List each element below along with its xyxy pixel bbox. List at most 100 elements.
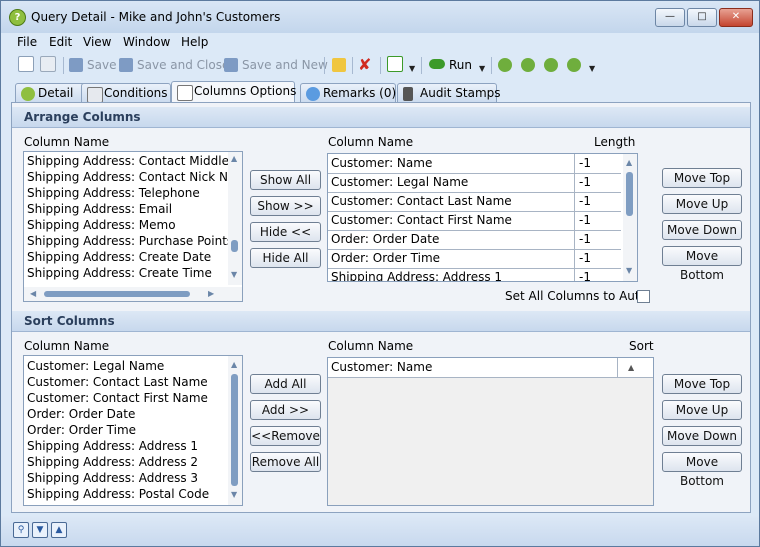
columns-icon: [177, 85, 193, 101]
open-button[interactable]: [332, 56, 350, 74]
menu-file[interactable]: File: [17, 35, 37, 49]
length-cell[interactable]: -1: [579, 268, 591, 281]
arrange-available-vscrollbar[interactable]: ▲ ▼: [228, 152, 242, 285]
tab-audit-stamps[interactable]: Audit Stamps: [397, 83, 501, 103]
set-all-auto-checkbox[interactable]: [637, 290, 650, 303]
list-item[interactable]: Order: Order Date: [27, 407, 135, 421]
user-button-3[interactable]: [544, 56, 562, 74]
list-item[interactable]: Shipping Address: Email: [27, 202, 172, 216]
close-button[interactable]: ✕: [719, 8, 753, 27]
table-row[interactable]: Customer: Legal Name -1: [328, 173, 621, 193]
length-cell[interactable]: -1: [579, 230, 591, 249]
sort-move-up-button[interactable]: Move Up: [662, 400, 742, 420]
table-row[interactable]: Customer: Name ▲: [328, 358, 653, 378]
list-item[interactable]: Shipping Address: Postal Code: [27, 487, 209, 501]
sort-selected-grid[interactable]: Customer: Name ▲: [327, 357, 654, 506]
length-cell[interactable]: -1: [579, 173, 591, 192]
scroll-thumb[interactable]: [231, 240, 238, 252]
save-and-new-button[interactable]: Save and New: [224, 56, 328, 74]
remove-all-button[interactable]: Remove All: [250, 452, 321, 472]
list-item[interactable]: Customer: Contact Last Name: [27, 375, 208, 389]
show-button[interactable]: Show >>: [250, 196, 321, 216]
copy-icon: [40, 56, 56, 72]
list-item[interactable]: Shipping Address: Address 3: [27, 471, 198, 485]
user-button-4[interactable]: [567, 56, 585, 74]
menu-window[interactable]: Window: [123, 35, 170, 49]
scroll-thumb[interactable]: [44, 291, 190, 297]
table-row[interactable]: Customer: Contact Last Name -1: [328, 192, 621, 212]
list-item[interactable]: Shipping Address: Address 2: [27, 455, 198, 469]
length-cell[interactable]: -1: [579, 192, 591, 211]
menu-edit[interactable]: Edit: [49, 35, 72, 49]
list-item[interactable]: Customer: Contact First Name: [27, 391, 208, 405]
copy-button[interactable]: [40, 56, 60, 74]
table-row[interactable]: Order: Order Date -1: [328, 230, 621, 250]
list-item[interactable]: Shipping Address: Contact Nick Nam: [27, 170, 242, 184]
refresh-dropdown[interactable]: ▼: [409, 64, 415, 73]
scroll-thumb[interactable]: [626, 172, 633, 216]
hide-button[interactable]: Hide <<: [250, 222, 321, 242]
user-button-1[interactable]: [498, 56, 516, 74]
arrange-move-top-button[interactable]: Move Top: [662, 168, 742, 188]
list-item[interactable]: Shipping Address: Telephone: [27, 186, 200, 200]
user-icon: [498, 58, 512, 72]
hide-all-button[interactable]: Hide All: [250, 248, 321, 268]
table-row[interactable]: Customer: Contact First Name -1: [328, 211, 621, 231]
arrange-selected-grid[interactable]: Customer: Name -1 Customer: Legal Name -1 …: [327, 153, 638, 282]
menu-help[interactable]: Help: [181, 35, 208, 49]
arrange-move-down-button[interactable]: Move Down: [662, 220, 742, 240]
tab-conditions[interactable]: Conditions: [81, 83, 171, 103]
save-and-close-button[interactable]: Save and Close: [119, 56, 229, 74]
list-item[interactable]: Shipping Address: Address 1: [27, 439, 198, 453]
list-item[interactable]: Shipping Address: Purchase Points: [27, 234, 233, 248]
length-cell[interactable]: -1: [579, 211, 591, 230]
table-row[interactable]: Shipping Address: Address 1 -1: [328, 268, 621, 282]
remove-button[interactable]: <<Remove: [250, 426, 321, 446]
arrange-selected-vscrollbar[interactable]: ▲ ▼: [623, 154, 637, 281]
zoom-icon[interactable]: ⚲: [13, 522, 29, 538]
refresh-button[interactable]: [387, 56, 407, 74]
add-button[interactable]: Add >>: [250, 400, 321, 420]
arrange-available-list[interactable]: Shipping Address: Contact Middle Na Ship…: [23, 151, 243, 302]
run-button[interactable]: Run: [429, 56, 472, 74]
sort-direction-icon[interactable]: ▲: [628, 358, 634, 377]
list-item[interactable]: Shipping Address: Contact Middle Na: [27, 154, 242, 168]
arrow-up-icon[interactable]: ▲: [51, 522, 67, 538]
list-item[interactable]: Customer: Legal Name: [27, 359, 164, 373]
scroll-thumb[interactable]: [231, 374, 238, 486]
tab-label: Detail: [38, 86, 74, 100]
tab-remarks[interactable]: Remarks (0): [300, 83, 396, 103]
add-all-button[interactable]: Add All: [250, 374, 321, 394]
table-row[interactable]: Order: Order Time -1: [328, 249, 621, 269]
sort-columns-header: Sort Columns: [12, 311, 750, 332]
sort-available-vscrollbar[interactable]: ▲ ▼: [228, 356, 242, 505]
maximize-button[interactable]: □: [687, 8, 717, 27]
sort-available-list[interactable]: Customer: Legal Name Customer: Contact L…: [23, 355, 243, 506]
length-cell[interactable]: -1: [579, 154, 591, 173]
run-dropdown[interactable]: ▼: [479, 64, 485, 73]
table-row[interactable]: Customer: Name -1: [328, 154, 621, 174]
list-item[interactable]: Shipping Address: Create Time: [27, 266, 212, 280]
arrange-available-hscrollbar[interactable]: ◀ ▶: [24, 287, 242, 301]
length-cell[interactable]: -1: [579, 249, 591, 268]
sort-move-down-button[interactable]: Move Down: [662, 426, 742, 446]
arrow-down-icon[interactable]: ▼: [32, 522, 48, 538]
list-item[interactable]: Shipping Address: Memo: [27, 218, 176, 232]
list-item[interactable]: Order: Order Time: [27, 423, 136, 437]
delete-button[interactable]: ✘: [358, 56, 371, 74]
tab-label: Conditions: [104, 86, 168, 100]
tab-columns-options[interactable]: Columns Options: [171, 81, 296, 104]
user-dropdown[interactable]: ▼: [589, 64, 595, 73]
arrange-move-bottom-button[interactable]: Move Bottom: [662, 246, 742, 282]
sort-move-bottom-button[interactable]: Move Bottom: [662, 452, 742, 488]
list-item[interactable]: Shipping Address: Create Date: [27, 250, 211, 264]
new-button[interactable]: [18, 56, 38, 74]
arrange-move-up-button[interactable]: Move Up: [662, 194, 742, 214]
user-button-2[interactable]: [521, 56, 539, 74]
menu-view[interactable]: View: [83, 35, 111, 49]
sort-move-top-button[interactable]: Move Top: [662, 374, 742, 394]
column-name-cell: Shipping Address: Address 1: [331, 270, 503, 282]
minimize-button[interactable]: —: [655, 8, 685, 27]
show-all-button[interactable]: Show All: [250, 170, 321, 190]
save-button[interactable]: Save: [69, 56, 116, 74]
